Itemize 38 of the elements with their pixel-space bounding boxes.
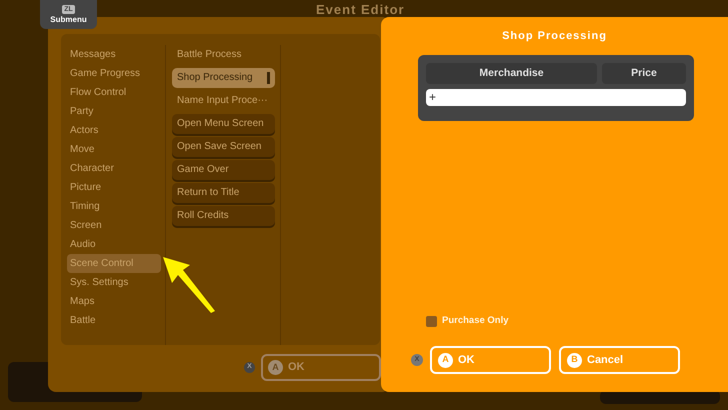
command-button[interactable]: Game Over xyxy=(172,160,275,180)
column-header: Merchandise xyxy=(426,63,597,84)
category-item[interactable]: Audio xyxy=(67,235,161,254)
category-item[interactable]: Move xyxy=(67,140,161,159)
category-item[interactable]: Sys. Settings xyxy=(67,273,161,292)
pointer-arrow xyxy=(162,256,216,314)
category-item[interactable]: Messages xyxy=(67,45,161,64)
command-button[interactable]: Roll Credits xyxy=(172,206,275,226)
category-item[interactable]: Flow Control xyxy=(67,83,161,102)
category-item[interactable]: Screen xyxy=(67,216,161,235)
ok-button[interactable]: A OK xyxy=(261,354,381,381)
b-key-icon: B xyxy=(567,352,582,368)
a-key-icon: A xyxy=(268,360,283,375)
category-item[interactable]: Timing xyxy=(67,197,161,216)
command-button[interactable]: Open Save Screen xyxy=(172,137,275,157)
text-cursor xyxy=(267,72,270,84)
cancel-button[interactable]: B Cancel xyxy=(559,346,680,374)
checkbox-label: Purchase Only xyxy=(442,314,509,328)
command-button[interactable]: Open Menu Screen xyxy=(172,114,275,134)
category-item[interactable]: Picture xyxy=(67,178,161,197)
category-item[interactable]: Party xyxy=(67,102,161,121)
category-item[interactable]: Scene Control xyxy=(67,254,161,273)
category-item[interactable]: Character xyxy=(67,159,161,178)
category-item[interactable]: Battle xyxy=(67,311,161,330)
category-item[interactable]: Actors xyxy=(67,121,161,140)
window-title: Event Editor xyxy=(316,3,405,17)
category-item[interactable]: Maps xyxy=(67,292,161,311)
command-button[interactable]: Shop Processing xyxy=(172,68,275,88)
command-item[interactable]: Battle Process xyxy=(172,45,275,65)
ok-button[interactable]: A OK xyxy=(430,346,551,374)
category-item[interactable]: Game Progress xyxy=(67,64,161,83)
a-key-icon: A xyxy=(438,352,453,368)
column-header: Price xyxy=(602,63,686,84)
dialog-title: Shop Processing xyxy=(501,29,608,42)
checkbox[interactable] xyxy=(426,316,437,326)
command-button[interactable]: Return to Title xyxy=(172,183,275,203)
add-row[interactable]: + xyxy=(426,89,686,106)
command-item[interactable]: Name Input Proce··· xyxy=(172,91,275,111)
